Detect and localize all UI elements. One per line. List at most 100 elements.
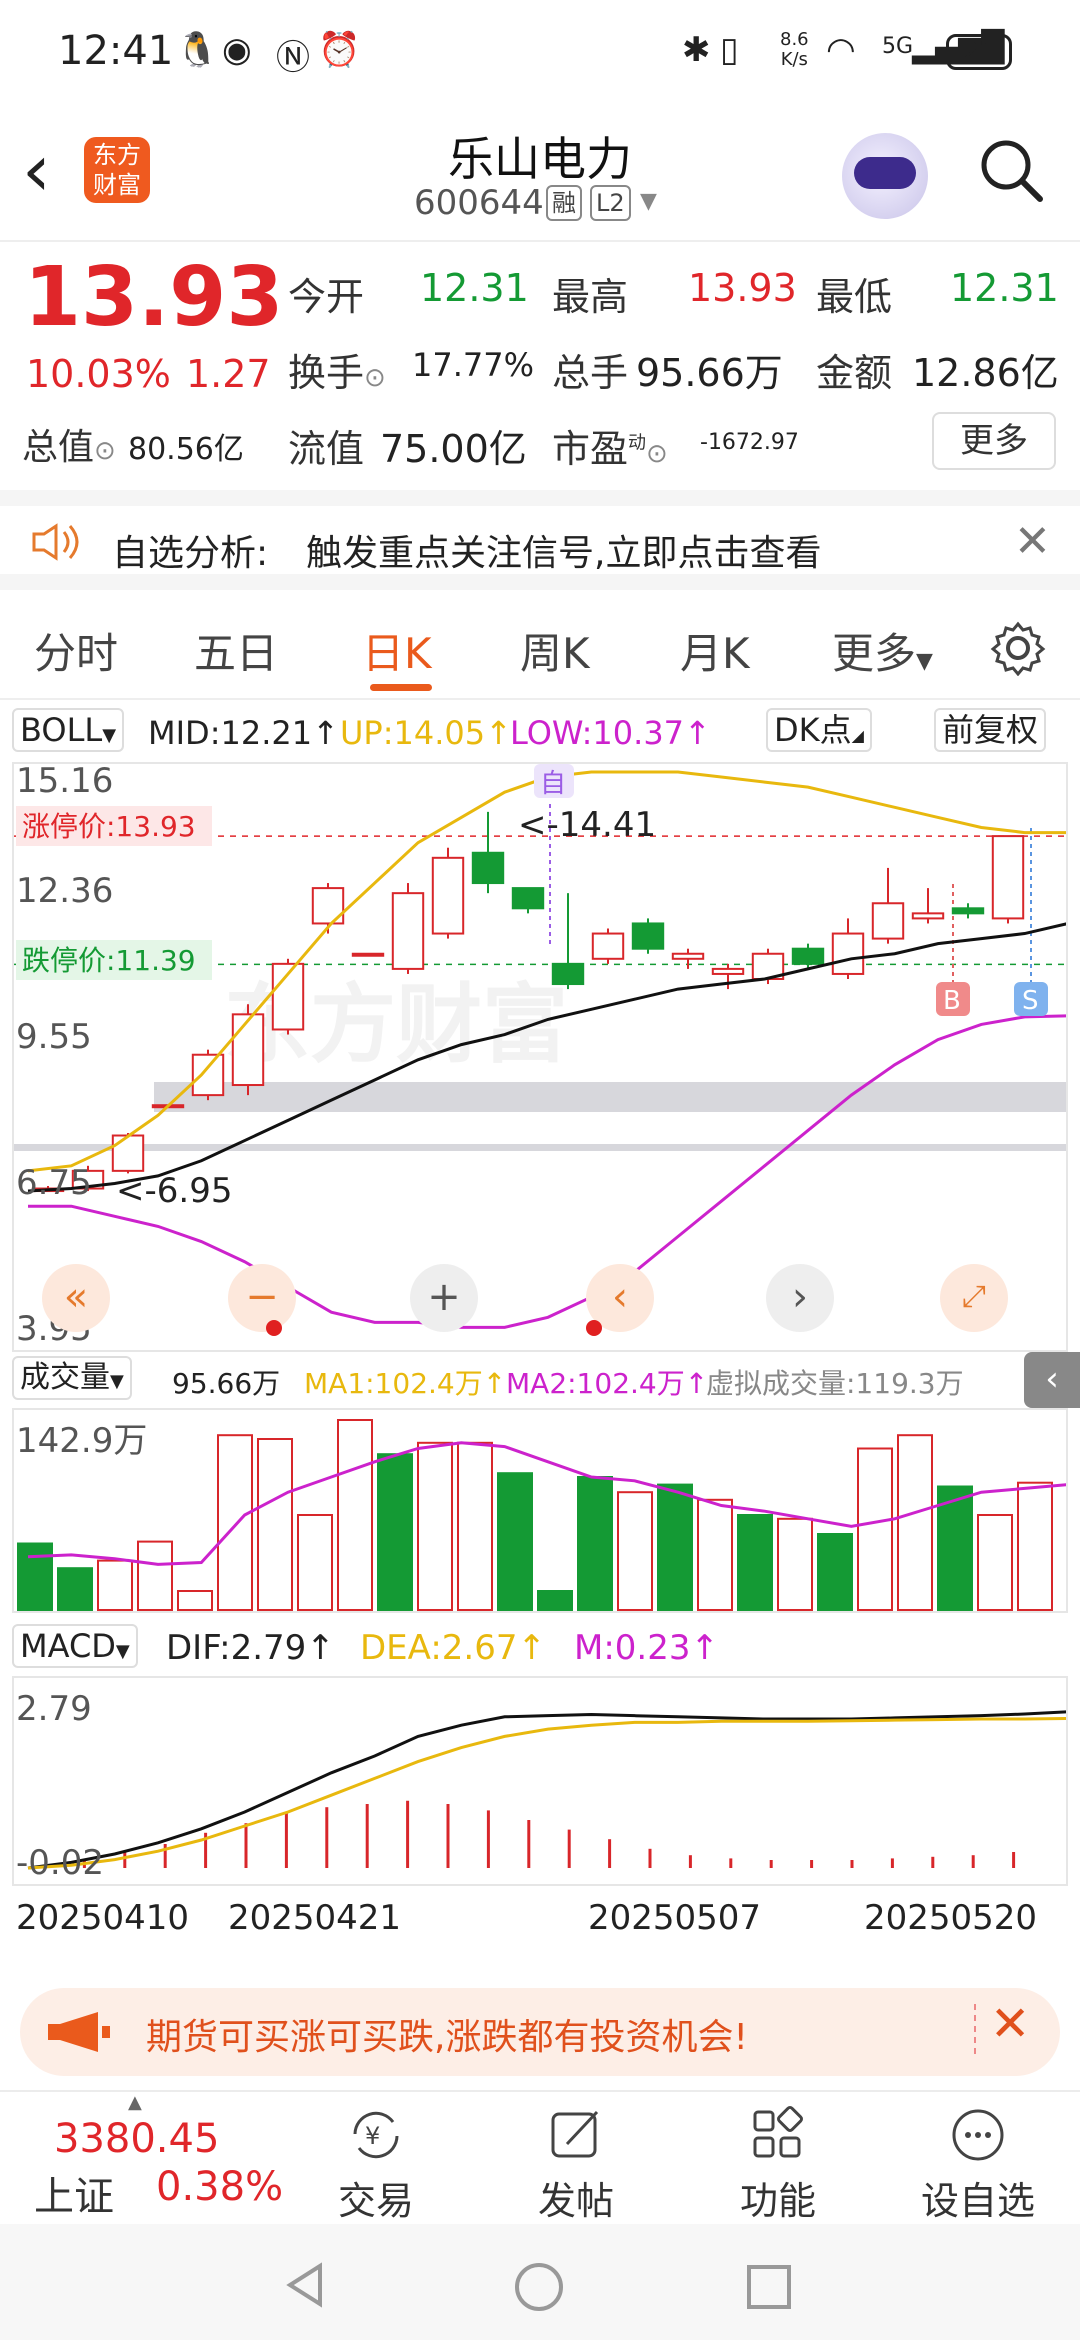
tab-weekly-k[interactable]: 周K [520,620,590,681]
nav-trade[interactable]: ¥ 交易 [296,2106,456,2225]
turnover-label: 换手⊙ [288,351,386,395]
macd-select[interactable]: MACD▼ [12,1624,138,1668]
speaker-icon [32,523,79,561]
home-circle-icon[interactable] [512,2260,566,2314]
clock: 12:41 [58,28,174,74]
candle-body [391,892,425,970]
virtual-volume: 虚拟成交量:119.3万 [706,1367,964,1400]
scroll-right-button[interactable]: › [766,1264,834,1332]
candle-body [191,1053,225,1097]
volume-bar [257,1438,293,1611]
y-label-top: 15.16 [16,764,113,801]
nav-post[interactable]: 发帖 [496,2106,656,2225]
volume-value: 95.66万 [636,351,783,395]
max-price-marker: <-14.41 [518,805,656,845]
buy-marker: B [943,986,961,1016]
ad-text: 期货可买涨可买跌,涨跌都有投资机会! [146,2017,748,2058]
bluetooth-icon: ✱ [682,30,711,70]
title-bar: ‹ 东方 财富 乐山电力 600644 融 L2 ▼ [0,105,1080,240]
high-value: 13.93 [688,266,797,310]
dropdown-icon[interactable]: ▼ [640,189,657,214]
volume-bar [697,1498,733,1611]
expand-arrow-icon[interactable]: ▲ [128,2092,142,2113]
candle-body [951,907,985,915]
boll-mid: MID:12.21↑ [148,714,339,752]
index-name[interactable]: 上证 [34,2164,114,2222]
edit-post-icon [551,2110,599,2158]
min-price-marker: <-6.95 [116,1171,232,1211]
index-value[interactable]: 3380.45 [54,2116,219,2162]
volume-bar [417,1441,453,1611]
volume-bar [617,1491,653,1611]
volume-value: 95.66万 [172,1367,281,1400]
vibrate-icon: ▯ [720,30,739,70]
scroll-left-fast-button[interactable]: « [42,1264,110,1332]
nav-functions[interactable]: 功能 [698,2106,858,2225]
tab-five-day[interactable]: 五日 [194,620,278,681]
index-change[interactable]: 0.38% [156,2164,283,2210]
macd-dea: DEA:2.67↑ [360,1628,546,1668]
tab-more[interactable]: 更多▼ [832,620,933,681]
float-label: 流值 [288,427,365,471]
amount-value: 12.86亿 [912,351,1059,395]
back-triangle-icon[interactable] [280,2260,330,2310]
kline-chart[interactable]: 东方财富 15.16 12.36 9.55 6.75 3.95 涨停价:13.9… [12,762,1068,1352]
search-icon[interactable] [978,137,1044,203]
volume-bar [497,1472,533,1611]
indicator-select[interactable]: BOLL▼ [12,708,125,752]
assistant-robot-icon[interactable] [842,133,928,219]
kline-svg: 东方财富 15.16 12.36 9.55 6.75 3.95 涨停价:13.9… [14,764,1066,1349]
adjust-button[interactable]: 前复权 [934,708,1047,752]
more-quote-button[interactable]: 更多 [932,412,1056,470]
futures-ad-banner[interactable]: 期货可买涨可买跌,涨跌都有投资机会! ✕ [20,1988,1060,2076]
tab-monthly-k[interactable]: 月K [680,620,750,681]
low-value: 12.31 [950,266,1059,310]
volume-bar [137,1540,173,1611]
quote-panel: 13.93 10.03% 1.27 总值⊙ 80.56亿 今开 12.31 最高… [0,240,1080,490]
macd-chart[interactable]: 2.79 -0.02 [12,1676,1068,1886]
tab-intraday[interactable]: 分时 [34,620,118,681]
status-bar: 12:41 🐧 ◉ Ⓝ ⏰ ✱ ▯ 8.6 K/s ◠ 5G ▂▄▆█ 21 [0,0,1080,105]
boll-up: UP:14.05↑ [340,714,512,752]
zoom-out-button[interactable]: − [228,1264,296,1332]
settings-gear-icon[interactable] [990,620,1046,676]
float-value: 75.00亿 [380,427,527,471]
candle-body [791,947,825,965]
system-nav-bar [0,2224,1080,2340]
volume-bar [297,1514,333,1611]
volume-profile-band [154,1082,1066,1112]
candle-body [551,962,585,986]
active-tab-indicator [370,684,432,691]
dk-point-button[interactable]: DK点◢ [766,708,872,752]
volume-bar [337,1419,373,1611]
stock-code: 600644 [414,183,544,223]
qq-icon: 🐧 [176,30,219,70]
recents-square-icon[interactable] [744,2262,794,2312]
grid-icon [753,2106,803,2158]
tab-daily-k[interactable]: 日K [362,620,432,681]
candle-body [471,851,505,885]
margin-tag: 融 [546,185,582,221]
low-label: 最低 [816,275,893,319]
candle-body [511,887,545,910]
collapse-panel-icon[interactable]: ‹ [1024,1352,1080,1408]
volume-chart[interactable]: 142.9万 [12,1408,1068,1613]
volume-select[interactable]: 成交量▼ [12,1356,132,1400]
macd-m: M:0.23↑ [574,1628,719,1668]
candle-body [111,1134,145,1172]
analysis-notice[interactable]: 自选分析: 触发重点关注信号,立即点击查看 ✕ [0,490,1080,590]
zoom-in-button[interactable]: + [410,1264,478,1332]
fullscreen-button[interactable]: ⤢ [940,1264,1008,1332]
bottom-nav: ▲ 3380.45 上证 0.38% ¥ 交易 发帖 功能 设自选 [0,2090,1080,2223]
high-label: 最高 [552,275,629,319]
pe-value: -1672.97 [700,430,799,455]
volume-bar [977,1514,1013,1611]
close-icon[interactable]: ✕ [1014,516,1051,567]
volume-label: 总手 [552,351,629,395]
net-speed: 8.6 K/s [780,29,809,70]
svg-text:¥: ¥ [365,2122,380,2150]
volume-y-label: 142.9万 [16,1421,147,1461]
eye-icon: ◉ [222,30,252,70]
nav-add-watchlist[interactable]: 设自选 [898,2106,1058,2225]
close-ad-icon[interactable]: ✕ [990,1996,1030,2052]
